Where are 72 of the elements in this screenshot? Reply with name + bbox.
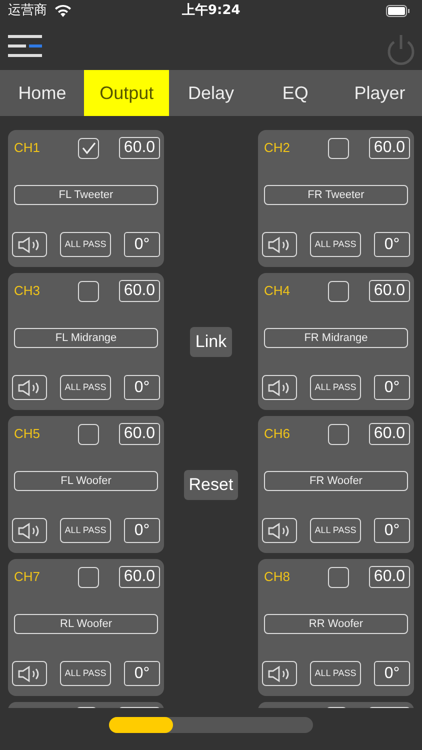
channel-label: CH5	[14, 425, 42, 444]
phase-button[interactable]: 0°	[374, 232, 410, 257]
filter-button[interactable]: ALL PASS	[310, 232, 361, 257]
speaker-name-button[interactable]: FL Woofer	[14, 471, 158, 491]
gain-field[interactable]: 60.0	[119, 280, 160, 302]
channel-checkbox[interactable]	[78, 138, 99, 158]
channel-label: CH6	[264, 425, 292, 444]
phase-button[interactable]: 0°	[124, 232, 160, 257]
phase-button[interactable]: 0°	[124, 661, 160, 686]
tab[interactable]: Delay	[168, 70, 254, 116]
filter-button[interactable]: ALL PASS	[310, 375, 361, 400]
phase-button[interactable]: 0°	[374, 375, 410, 400]
speaker-name-button[interactable]: FR Midrange	[264, 328, 408, 348]
speaker-name-button[interactable]: FL Tweeter	[14, 185, 158, 205]
gain-field[interactable]: 60.0	[119, 423, 160, 445]
gain-field[interactable]: 60.0	[369, 423, 410, 445]
checkmark-icon	[82, 142, 96, 154]
clock-label: 上午9:24	[182, 2, 240, 20]
mute-button[interactable]	[262, 375, 297, 400]
channel-checkbox[interactable]	[78, 424, 99, 444]
mute-button[interactable]	[12, 232, 47, 257]
menu-button[interactable]	[8, 34, 42, 58]
carrier-label: 运营商	[8, 2, 47, 20]
channel-checkbox[interactable]	[78, 280, 99, 302]
channel-checkbox[interactable]	[328, 566, 349, 588]
action-button[interactable]: Link	[190, 326, 232, 356]
speaker-name-button[interactable]: RL Woofer	[14, 614, 158, 634]
channel-checkbox[interactable]	[78, 566, 99, 588]
channel-checkbox[interactable]	[328, 280, 349, 302]
mute-button[interactable]	[262, 518, 297, 543]
power-icon	[386, 34, 416, 66]
tab[interactable]: Home	[0, 70, 84, 116]
channel-label: CH2	[264, 139, 292, 158]
filter-button[interactable]: ALL PASS	[60, 375, 111, 400]
gain-field[interactable]: 60.0	[369, 137, 410, 159]
tab[interactable]: Output	[84, 70, 169, 116]
wifi-icon	[55, 5, 71, 17]
filter-button[interactable]: ALL PASS	[60, 518, 111, 543]
mute-button[interactable]	[12, 518, 47, 543]
channel-label: CH3	[14, 282, 42, 300]
gain-field[interactable]: 60.0	[369, 566, 410, 588]
filter-button[interactable]: ALL PASS	[310, 661, 361, 686]
phase-button[interactable]: 0°	[374, 661, 410, 686]
gain-field[interactable]: 60.0	[119, 137, 160, 159]
speaker-name-button[interactable]: FR Woofer	[264, 471, 408, 491]
speaker-name-button[interactable]: FR Tweeter	[264, 185, 408, 205]
channel-label: CH4	[264, 282, 292, 300]
phase-button[interactable]: 0°	[124, 375, 160, 400]
gain-field[interactable]: 60.0	[369, 280, 410, 302]
action-button[interactable]: Reset	[184, 470, 238, 500]
gain-field[interactable]: 60.0	[119, 566, 160, 588]
filter-button[interactable]: ALL PASS	[60, 232, 111, 257]
speaker-name-button[interactable]: RR Woofer	[264, 614, 408, 634]
mute-button[interactable]	[262, 232, 297, 257]
channel-label: CH7	[14, 568, 42, 586]
channel-label: CH1	[14, 139, 42, 158]
phase-button[interactable]: 0°	[374, 518, 410, 543]
menu-icon	[8, 34, 42, 58]
scroll-thumb[interactable]	[109, 717, 173, 733]
mute-button[interactable]	[262, 661, 297, 686]
phase-button[interactable]: 0°	[124, 518, 160, 543]
speaker-name-button[interactable]: FL Midrange	[14, 328, 158, 348]
mute-button[interactable]	[12, 661, 47, 686]
channel-checkbox[interactable]	[328, 138, 349, 158]
filter-button[interactable]: ALL PASS	[60, 661, 111, 686]
mute-button[interactable]	[12, 375, 47, 400]
filter-button[interactable]: ALL PASS	[310, 518, 361, 543]
tab[interactable]: EQ	[253, 70, 338, 116]
channel-label: CH8	[264, 568, 292, 586]
channel-checkbox[interactable]	[328, 424, 349, 444]
tab[interactable]: Player	[338, 70, 422, 116]
battery-icon	[386, 5, 410, 17]
